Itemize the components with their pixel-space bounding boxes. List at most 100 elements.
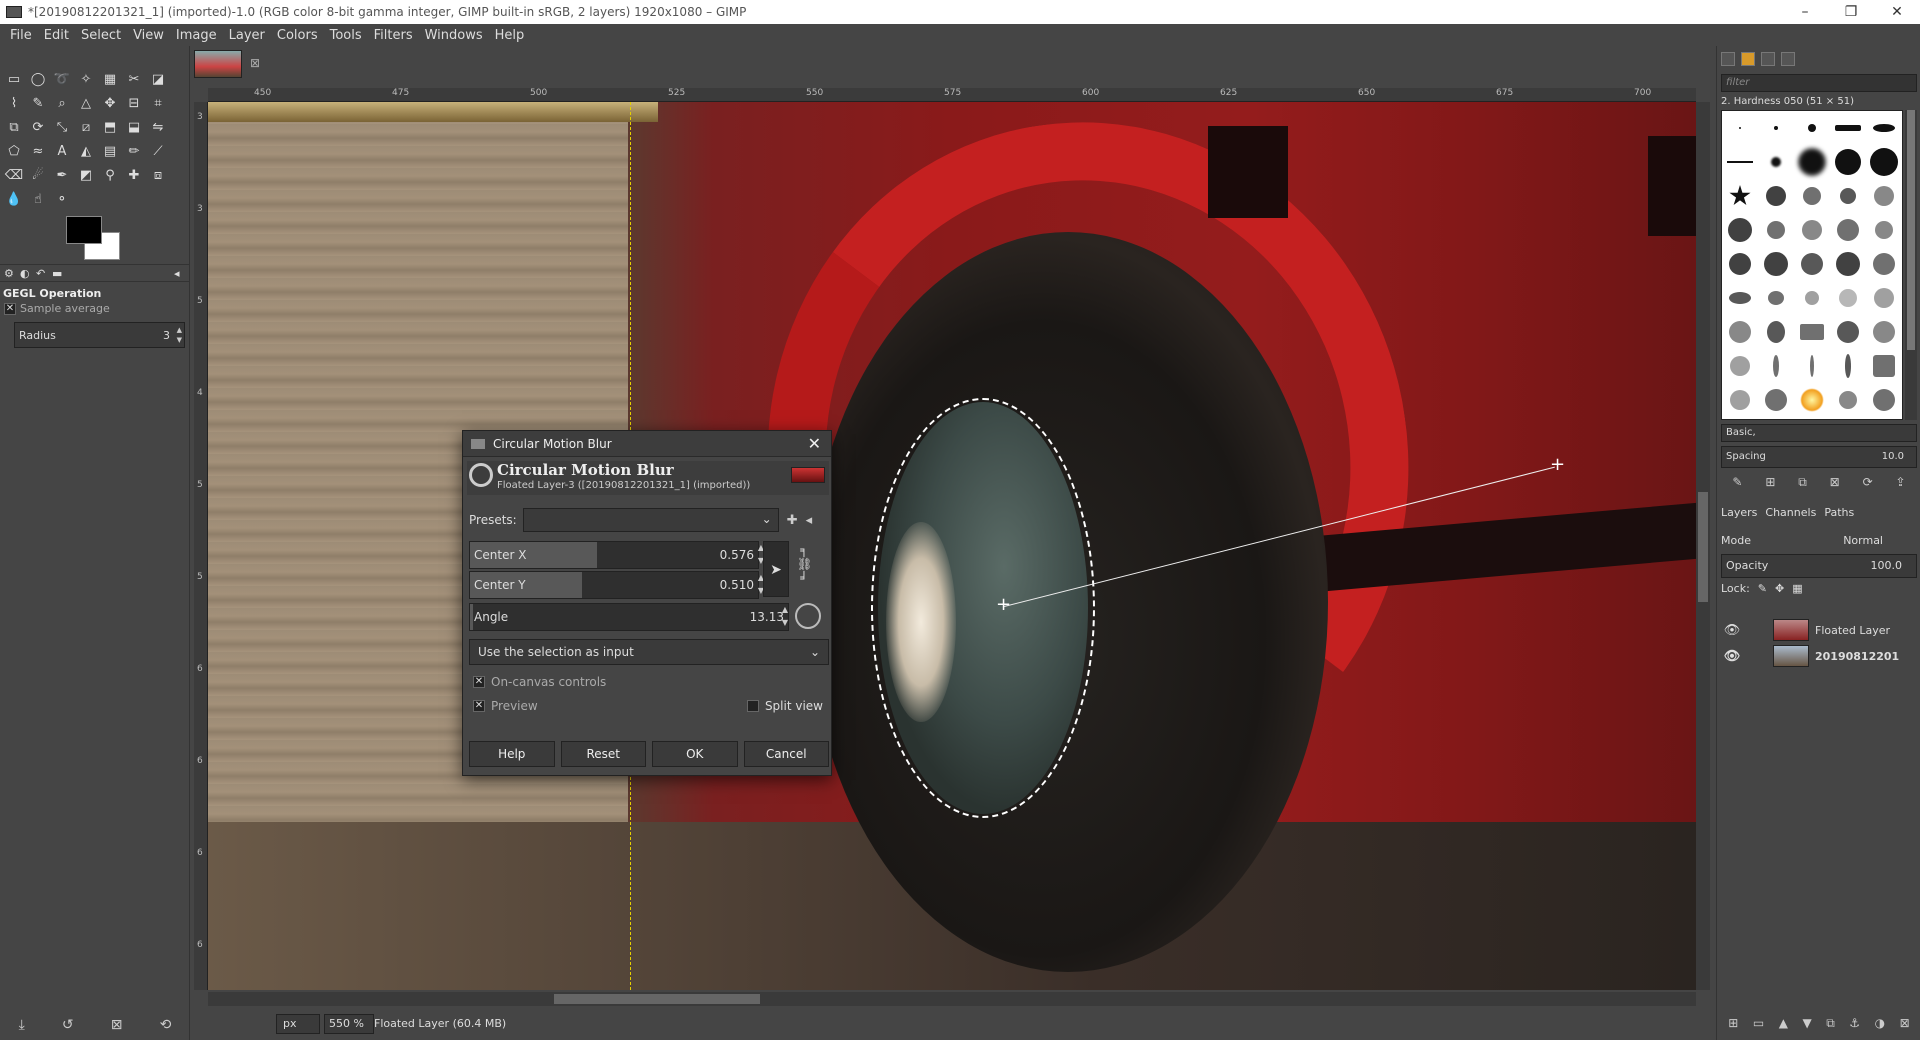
brush-swatch[interactable] (1845, 354, 1851, 378)
horizontal-ruler[interactable]: 450 475 500 525 550 575 600 625 650 675 … (208, 88, 1696, 102)
align-icon[interactable]: ⊟ (124, 94, 144, 114)
new-brush-icon[interactable]: ⊞ (1765, 472, 1775, 492)
new-layer-group-icon[interactable]: ▭ (1753, 1016, 1764, 1036)
menu-view[interactable]: View (127, 28, 170, 43)
brush-swatch[interactable] (1874, 288, 1894, 308)
preview-option[interactable]: ✕ Preview (473, 699, 538, 713)
unified-transform-icon[interactable]: ⧉ (4, 118, 24, 138)
eraser-icon[interactable]: ⌫ (4, 166, 24, 186)
ellipse-select-icon[interactable]: ◯ (28, 70, 48, 90)
layer-mode-row[interactable]: Mode Normal (1721, 528, 1917, 552)
brush-swatch[interactable] (1839, 391, 1857, 409)
visibility-eye-icon[interactable]: 👁 (1721, 649, 1743, 664)
brush-swatch[interactable] (1767, 221, 1785, 239)
preset-menu-icon[interactable]: ◂ (806, 513, 813, 528)
brush-swatch[interactable] (1727, 161, 1753, 163)
chain-link-icon[interactable]: ╕ ⛓ ╛ (797, 543, 812, 585)
menu-edit[interactable]: Edit (38, 28, 75, 43)
ok-button[interactable]: OK (652, 741, 738, 767)
flip-icon[interactable]: ⇋ (148, 118, 168, 138)
brush-tag-combo[interactable]: Basic, (1721, 424, 1917, 442)
minimize-button[interactable]: – (1782, 4, 1828, 20)
on-canvas-controls-option[interactable]: ✕ On-canvas controls (473, 675, 606, 689)
lock-alpha-icon[interactable]: ▦ (1792, 582, 1802, 600)
select-by-color-icon[interactable]: ▦ (100, 70, 120, 90)
scissors-icon[interactable]: ✂ (124, 70, 144, 90)
device-status-tab-icon[interactable]: ◐ (20, 267, 30, 280)
visibility-eye-icon[interactable]: 👁 (1721, 623, 1743, 638)
menu-colors[interactable]: Colors (271, 28, 324, 43)
heal-icon[interactable]: ✚ (124, 166, 144, 186)
brush-swatch[interactable] (1870, 148, 1898, 176)
brush-swatch[interactable] (1808, 124, 1816, 132)
move-icon[interactable]: ✥ (100, 94, 120, 114)
blur-sharpen-icon[interactable]: 💧 (4, 190, 24, 210)
brush-swatch[interactable] (1800, 388, 1824, 412)
dialog-close-icon[interactable]: ✕ (808, 434, 821, 453)
brush-as-image-icon[interactable]: ⇪ (1895, 472, 1905, 492)
duplicate-brush-icon[interactable]: ⧉ (1798, 472, 1807, 492)
perspective-icon[interactable]: ⬒ (100, 118, 120, 138)
menu-layer[interactable]: Layer (223, 28, 271, 43)
rect-select-icon[interactable]: ▭ (4, 70, 24, 90)
mode-value[interactable]: Normal (1781, 534, 1917, 547)
duplicate-layer-icon[interactable]: ⧉ (1826, 1016, 1835, 1036)
input-mode-combo[interactable]: Use the selection as input ⌄ (469, 639, 829, 665)
delete-layer-icon[interactable]: ⊠ (1900, 1016, 1910, 1036)
bucket-fill-icon[interactable]: ◭ (76, 142, 96, 162)
cage-transform-icon[interactable]: ⬠ (4, 142, 24, 162)
add-preset-icon[interactable]: ✚ (787, 513, 798, 528)
foreground-color-swatch[interactable] (66, 216, 102, 244)
transform-3d-icon[interactable]: ⬓ (124, 118, 144, 138)
save-tool-preset-icon[interactable]: ⤓ (19, 1017, 25, 1033)
preview-checkbox[interactable]: ✕ (473, 700, 485, 712)
brush-swatch[interactable] (1765, 389, 1787, 411)
crop-icon[interactable]: ⌗ (148, 94, 168, 114)
brush-swatch[interactable] (1729, 185, 1751, 206)
fuzzy-select-icon[interactable]: ✧ (76, 70, 96, 90)
color-picker-icon[interactable]: ✎ (28, 94, 48, 114)
menu-windows[interactable]: Windows (419, 28, 489, 43)
clone-icon[interactable]: ⚲ (100, 166, 120, 186)
scrollbar-thumb[interactable] (554, 994, 760, 1004)
brush-swatch[interactable] (1800, 324, 1824, 340)
foreground-select-icon[interactable]: ◪ (148, 70, 168, 90)
brush-swatch[interactable] (1728, 218, 1752, 242)
brush-swatch[interactable] (1768, 291, 1784, 305)
layer-row[interactable]: 👁 Floated Layer (1721, 618, 1917, 642)
menu-image[interactable]: Image (170, 28, 223, 43)
sample-average-checkbox[interactable]: ✕ (4, 302, 16, 315)
brush-swatch[interactable] (1739, 127, 1741, 129)
close-window-button[interactable]: ✕ (1874, 4, 1920, 20)
airbrush-icon[interactable]: ☄ (28, 166, 48, 186)
brush-swatch[interactable] (1873, 321, 1895, 343)
tab-menu-icon[interactable]: ◂ (174, 267, 180, 280)
center-handle-icon[interactable]: + (996, 596, 1011, 614)
zoom-icon[interactable]: ⌕ (52, 94, 72, 114)
layer-mask-icon[interactable]: ◑ (1875, 1016, 1885, 1036)
tool-options-tab-icon[interactable]: ⚙ (4, 267, 14, 280)
images-tab-icon[interactable]: ▬ (52, 267, 62, 280)
radius-spin-arrows-icon[interactable]: ▲ ▼ (177, 325, 182, 345)
on-canvas-controls-checkbox[interactable]: ✕ (473, 676, 485, 688)
brush-swatch[interactable] (1802, 220, 1822, 240)
patterns-tab-icon[interactable] (1741, 52, 1755, 66)
brush-swatch[interactable] (1773, 355, 1779, 377)
pick-center-cursor-icon[interactable]: ➤ (763, 541, 789, 597)
horizontal-scrollbar[interactable] (208, 992, 1696, 1006)
reset-button[interactable]: Reset (560, 741, 646, 767)
close-image-icon[interactable]: ⊠ (250, 56, 260, 70)
brush-swatch[interactable] (1730, 356, 1750, 376)
layer-opacity-field[interactable]: Opacity 100.0 (1721, 554, 1917, 578)
brush-swatch[interactable] (1729, 253, 1751, 275)
brush-swatch[interactable] (1873, 389, 1895, 411)
angle-dial-icon[interactable] (795, 603, 821, 629)
radius-spin-field[interactable]: Radius 3 ▲ ▼ (14, 322, 185, 348)
scrollbar-thumb[interactable] (1907, 110, 1915, 350)
brush-swatch[interactable] (1766, 186, 1786, 206)
restore-tool-preset-icon[interactable]: ↺ (62, 1017, 74, 1033)
paintbrush-icon[interactable]: ⟋ (148, 142, 168, 162)
lock-position-icon[interactable]: ✥ (1775, 582, 1784, 600)
menu-select[interactable]: Select (75, 28, 127, 43)
brush-swatch[interactable] (1873, 253, 1895, 275)
